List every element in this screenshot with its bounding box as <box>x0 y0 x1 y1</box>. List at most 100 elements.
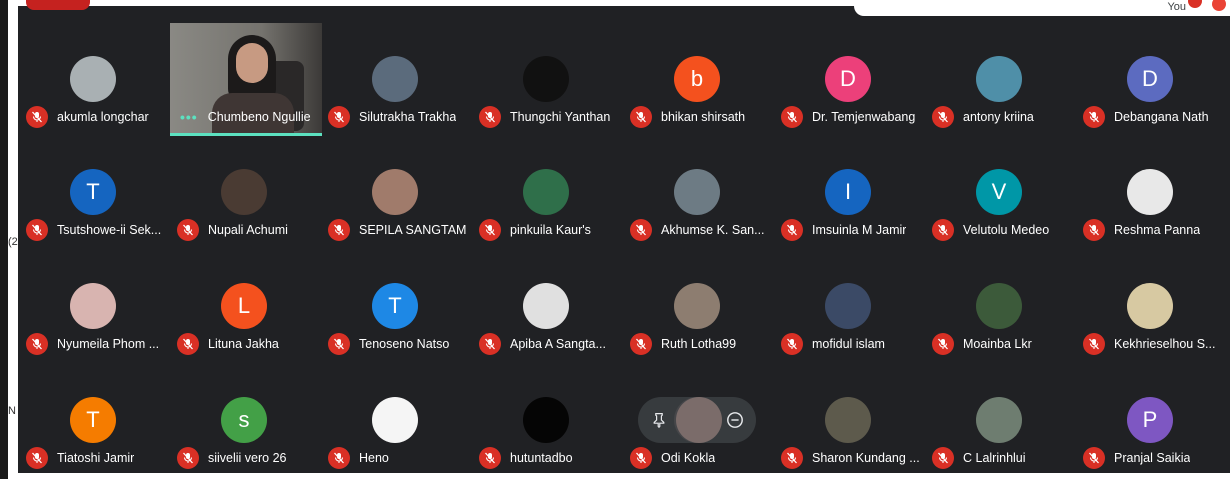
mic-off-icon <box>328 219 350 241</box>
participant-tile[interactable]: pinkuila Kaur's <box>471 136 621 249</box>
mic-off-icon <box>26 333 48 355</box>
mic-off-icon <box>630 106 652 128</box>
participant-namebar: Thungchi Yanthan <box>479 106 624 128</box>
participant-namebar: Silutrakha Trakha <box>328 106 473 128</box>
participant-namebar: Apiba A Sangta... <box>479 333 624 355</box>
participant-avatar <box>976 397 1022 443</box>
participant-tile[interactable]: s siivelii vero 26 <box>169 364 319 477</box>
participant-tile[interactable]: T Tiatoshi Jamir <box>18 364 168 477</box>
participant-name: Odi Kokla <box>661 451 716 465</box>
participant-tile[interactable]: Akhumse K. San... <box>622 136 772 249</box>
participant-name: antony kriina <box>963 110 1034 124</box>
participant-namebar: Odi Kokla <box>630 447 775 469</box>
participant-avatar <box>372 56 418 102</box>
mic-off-icon <box>781 106 803 128</box>
participant-tile[interactable]: b bhikan shirsath <box>622 23 772 136</box>
tile-hover-controls <box>638 397 756 443</box>
mic-off-icon <box>630 333 652 355</box>
participant-tile[interactable]: I Imsuinla M Jamir <box>773 136 923 249</box>
participant-name: mofidul islam <box>812 337 885 351</box>
participant-tile[interactable]: Silutrakha Trakha <box>320 23 470 136</box>
participant-namebar: Lituna Jakha <box>177 333 322 355</box>
participant-name: Nyumeila Phom ... <box>57 337 160 351</box>
participant-tile[interactable]: Heno <box>320 364 470 477</box>
participant-tile[interactable]: Thungchi Yanthan <box>471 23 621 136</box>
participant-tile[interactable]: Reshma Panna <box>1075 136 1225 249</box>
participant-tile[interactable]: Ruth Lotha99 <box>622 250 772 363</box>
participant-tile[interactable]: Sharon Kundang ... <box>773 364 923 477</box>
self-label: You <box>1167 1 1186 13</box>
participant-name: Dr. Temjenwabang <box>812 110 916 124</box>
participant-tile[interactable]: Moainba Lkr <box>924 250 1074 363</box>
self-view-panel[interactable]: You <box>854 0 1230 16</box>
participant-avatar <box>674 169 720 215</box>
participant-avatar: T <box>70 397 116 443</box>
participant-tile[interactable]: L Lituna Jakha <box>169 250 319 363</box>
participant-tile[interactable]: T Tsutshowe-ii Sek... <box>18 136 168 249</box>
participant-avatar <box>372 169 418 215</box>
self-mic-off-icon[interactable] <box>1212 0 1226 11</box>
participant-name: Chumbeno Ngullie <box>207 110 311 124</box>
participant-tile[interactable]: Kekhrieselhou S... <box>1075 250 1225 363</box>
participant-tile[interactable]: hutuntadbo <box>471 364 621 477</box>
mic-off-icon <box>328 106 350 128</box>
participant-name: Heno <box>359 451 389 465</box>
mic-off-icon <box>781 447 803 469</box>
participant-namebar: Sharon Kundang ... <box>781 447 926 469</box>
participant-tile[interactable]: D Debangana Nath <box>1075 23 1225 136</box>
pin-icon[interactable] <box>646 407 672 433</box>
mic-off-icon <box>630 447 652 469</box>
mic-off-icon <box>479 106 501 128</box>
remove-icon[interactable] <box>722 407 748 433</box>
participant-avatar: D <box>825 56 871 102</box>
participant-namebar: Imsuinla M Jamir <box>781 219 926 241</box>
participant-name: Sharon Kundang ... <box>812 451 920 465</box>
edge-label: N <box>8 405 16 417</box>
participant-name: Tiatoshi Jamir <box>57 451 135 465</box>
participant-name: Moainba Lkr <box>963 337 1032 351</box>
participant-tile[interactable]: Nyumeila Phom ... <box>18 250 168 363</box>
participant-tile[interactable]: Apiba A Sangta... <box>471 250 621 363</box>
participant-tile[interactable]: akumla longchar <box>18 23 168 136</box>
participant-tile[interactable]: Nupali Achumi <box>169 136 319 249</box>
participant-name: Thungchi Yanthan <box>510 110 611 124</box>
participant-avatar <box>1127 169 1173 215</box>
participant-tile[interactable]: T Tenoseno Natso <box>320 250 470 363</box>
participant-name: Reshma Panna <box>1114 223 1201 237</box>
participant-namebar: bhikan shirsath <box>630 106 775 128</box>
participant-tile[interactable]: V Velutolu Medeo <box>924 136 1074 249</box>
participant-avatar <box>523 283 569 329</box>
participant-namebar: Debangana Nath <box>1083 106 1228 128</box>
participant-tile[interactable]: SEPILA SANGTAM <box>320 136 470 249</box>
participant-tile[interactable]: antony kriina <box>924 23 1074 136</box>
mic-off-icon <box>177 447 199 469</box>
leave-call-button[interactable] <box>26 0 90 10</box>
participant-avatar: s <box>221 397 267 443</box>
participant-tile[interactable]: D Dr. Temjenwabang <box>773 23 923 136</box>
mic-off-icon <box>26 106 48 128</box>
participant-avatar <box>523 56 569 102</box>
participant-tile[interactable]: C Lalrinhlui <box>924 364 1074 477</box>
mic-off-icon <box>479 333 501 355</box>
mic-off-icon <box>932 106 954 128</box>
participant-namebar: Heno <box>328 447 473 469</box>
participant-namebar: C Lalrinhlui <box>932 447 1077 469</box>
mic-off-icon <box>1083 333 1105 355</box>
participant-tile[interactable]: P Pranjal Saikia <box>1075 364 1225 477</box>
participant-avatar: P <box>1127 397 1173 443</box>
participant-grid: You ••• Chumbeno Ngullie akumla longchar… <box>18 0 1230 479</box>
participant-avatar: I <box>825 169 871 215</box>
participant-tile[interactable]: mofidul islam <box>773 250 923 363</box>
participant-avatar <box>70 283 116 329</box>
mic-off-icon <box>177 219 199 241</box>
participant-avatar <box>676 397 722 443</box>
mic-off-icon <box>328 333 350 355</box>
participant-avatar <box>523 397 569 443</box>
mic-off-icon <box>932 447 954 469</box>
participant-name: C Lalrinhlui <box>963 451 1026 465</box>
participant-namebar: Kekhrieselhou S... <box>1083 333 1228 355</box>
participant-avatar <box>523 169 569 215</box>
mic-off-icon <box>1083 447 1105 469</box>
participant-name: Tsutshowe-ii Sek... <box>57 223 162 237</box>
participant-avatar: T <box>372 283 418 329</box>
